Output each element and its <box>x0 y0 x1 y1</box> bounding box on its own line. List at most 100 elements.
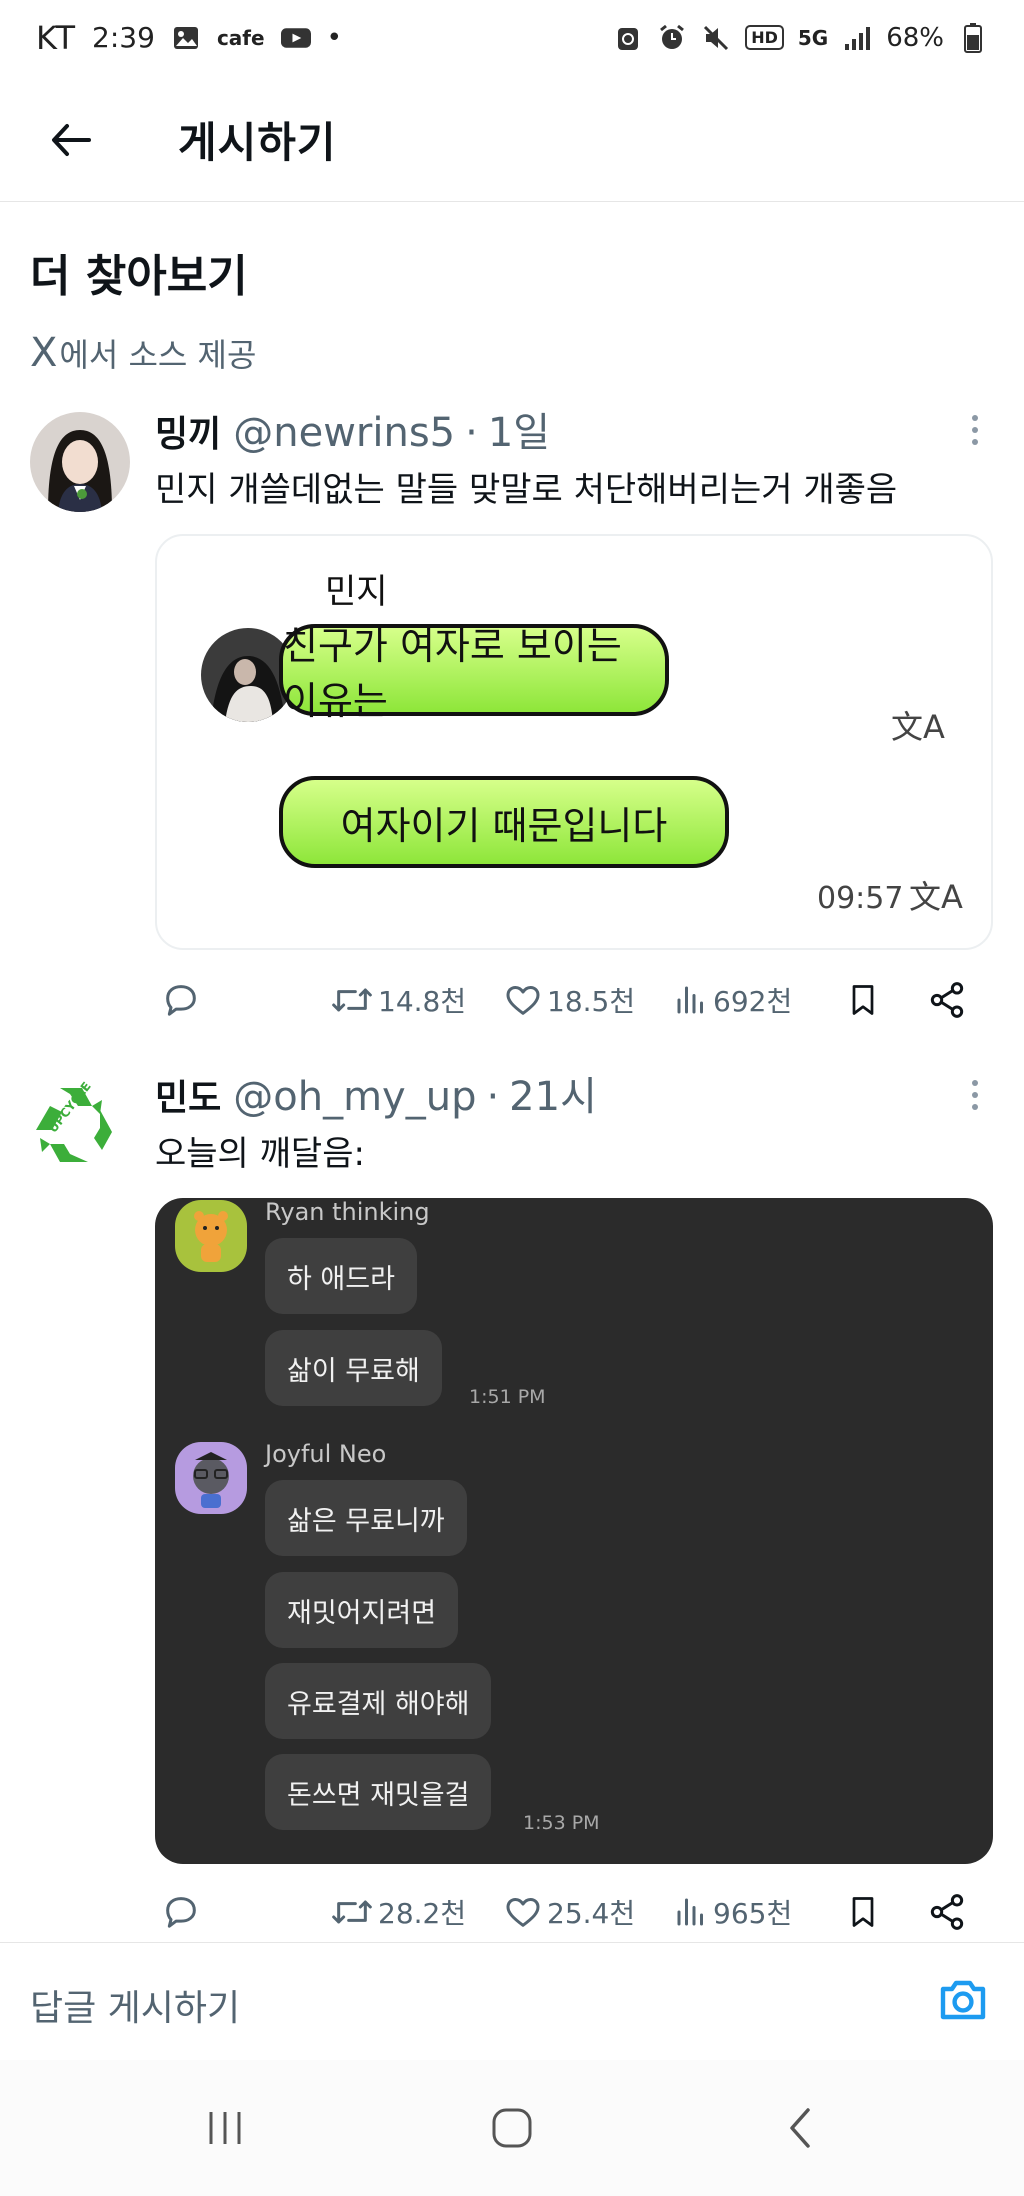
chat-message-time: 1:53 PM <box>523 1812 600 1834</box>
like-count: 18.5천 <box>547 985 636 1018</box>
tweet-header: 밍끼 @newrins5 · 1일 <box>155 400 550 458</box>
battery-icon <box>958 22 988 53</box>
translate-icon: 文A <box>891 708 945 746</box>
chat-bubble: 여자이기 때문입니다 <box>279 776 729 868</box>
status-time: 2:39 <box>92 21 155 54</box>
carrier-label: KT <box>36 18 77 57</box>
bookmark-icon <box>852 1897 874 1927</box>
retweet-icon <box>332 1900 372 1924</box>
avatar[interactable] <box>30 412 130 512</box>
ryan-profile-picture <box>175 1200 247 1272</box>
author-handle[interactable]: @oh_my_up <box>233 1074 476 1120</box>
battery-percent: 68% <box>886 22 944 53</box>
retweet-icon <box>332 988 372 1012</box>
author-handle[interactable]: @newrins5 <box>233 410 455 456</box>
share-button[interactable] <box>927 1882 967 1942</box>
retweet-count: 14.8천 <box>378 985 467 1018</box>
reply-icon <box>166 1897 196 1928</box>
heart-icon <box>506 986 540 1015</box>
views-button[interactable]: 692천 <box>673 970 792 1030</box>
status-bar: KT 2:39 cafe • HD 5G 68% <box>0 0 1024 75</box>
more-dot-icon <box>972 439 978 445</box>
chat-bubble: 재밋어지려면 <box>265 1572 459 1648</box>
upcycle-logo-text: UPCYCLE <box>46 1079 94 1135</box>
views-chart-icon <box>677 1898 703 1926</box>
reply-button[interactable] <box>161 1882 201 1942</box>
cafe-notification-label: cafe <box>216 25 265 50</box>
tweet-actions: 28.2천 25.4천 965천 <box>155 1882 995 1942</box>
back-button[interactable] <box>36 105 106 175</box>
recycle-status-icon <box>613 23 643 53</box>
heart-icon <box>506 1898 540 1927</box>
retweet-button[interactable]: 28.2천 <box>330 1882 466 1942</box>
chat-message-time: 09:57 <box>817 881 904 916</box>
back-nav-button[interactable] <box>770 2098 830 2158</box>
back-arrow-icon <box>52 123 91 156</box>
chat-bubble: 삶은 무료니까 <box>265 1480 467 1556</box>
tweet-1[interactable]: 밍끼 @newrins5 · 1일 민지 개쓸데없는 말들 맞말로 처단해버리는… <box>0 400 1024 1040</box>
tweet-text: 오늘의 깨달음: <box>155 1134 365 1174</box>
reply-icon <box>166 985 196 1016</box>
neo-profile-picture <box>175 1442 247 1514</box>
author-name[interactable]: 밍끼 <box>155 405 221 457</box>
notification-dot: • <box>326 22 342 53</box>
reply-button[interactable] <box>161 970 201 1030</box>
avatar[interactable]: UPCYCLE <box>30 1070 130 1170</box>
more-dot-icon <box>972 1104 978 1110</box>
view-count: 965천 <box>713 1897 793 1930</box>
views-chart-icon <box>677 986 703 1014</box>
chat-bubble: 삶이 무료해 <box>265 1330 442 1406</box>
tweet-media-image[interactable]: 민지 친구가 여자로 보이는 이유는 文A 여자이기 때문입니다 09:57 文… <box>155 534 993 950</box>
chat-bubble: 유료결제 해야해 <box>265 1663 492 1739</box>
retweet-count: 28.2천 <box>378 1897 467 1930</box>
camera-button[interactable] <box>935 1971 991 2027</box>
mute-icon <box>701 23 731 53</box>
chat-message-time: 1:51 PM <box>469 1386 546 1408</box>
source-note-text: 에서 소스 제공 <box>59 336 257 374</box>
bookmark-button[interactable] <box>845 970 881 1030</box>
back-chevron-icon <box>790 2108 810 2148</box>
views-button[interactable]: 965천 <box>673 1882 792 1942</box>
more-dot-icon <box>972 415 978 421</box>
system-navigation-bar <box>0 2060 1024 2196</box>
author-name[interactable]: 민도 <box>155 1069 221 1121</box>
separator-dot: · <box>486 1074 500 1120</box>
more-options-button[interactable] <box>960 1070 990 1120</box>
section-title: 더 찾아보기 <box>30 251 248 302</box>
more-dot-icon <box>972 1092 978 1098</box>
separator-dot: · <box>465 410 478 456</box>
recent-apps-button[interactable] <box>195 2098 255 2158</box>
more-dot-icon <box>972 427 978 433</box>
page-title: 게시하기 <box>178 118 337 167</box>
bookmark-button[interactable] <box>845 1882 881 1942</box>
share-button[interactable] <box>927 970 967 1030</box>
retweet-button[interactable]: 14.8천 <box>330 970 466 1030</box>
gallery-icon <box>171 23 201 53</box>
tweet-time[interactable]: 1일 <box>488 400 550 458</box>
tweet-media-image[interactable]: Ryan thinking 하 애드라 삶이 무료해 1:51 PM Joyfu… <box>155 1198 993 1864</box>
more-dot-icon <box>972 1080 978 1086</box>
x-logo: X <box>30 330 58 376</box>
signal-icon <box>842 23 872 53</box>
like-button[interactable]: 25.4천 <box>503 1882 635 1942</box>
youtube-icon <box>280 23 311 53</box>
home-button[interactable] <box>482 2098 542 2158</box>
chat-sender-name: 민지 <box>325 572 388 612</box>
tweet-2[interactable]: UPCYCLE 민도 @oh_my_up · 21시 오늘의 깨달음: Ryan… <box>0 1064 1024 1942</box>
chat-bubble: 하 애드라 <box>265 1238 417 1314</box>
chat-bubble: 돈쓰면 재밋을걸 <box>265 1754 492 1830</box>
like-count: 25.4천 <box>547 1897 636 1930</box>
like-button[interactable]: 18.5천 <box>503 970 635 1030</box>
reply-input[interactable]: 답글 게시하기 <box>30 1979 240 2031</box>
tweet-header: 민도 @oh_my_up · 21시 <box>155 1064 597 1122</box>
app-header: 게시하기 <box>0 78 1024 202</box>
share-icon <box>930 982 964 1018</box>
hd-voice-badge: HD <box>745 25 784 50</box>
translate-icon: 文A <box>909 878 963 916</box>
share-icon <box>930 1894 964 1930</box>
alarm-icon <box>657 23 687 53</box>
more-options-button[interactable] <box>960 405 990 455</box>
tweet-time[interactable]: 21시 <box>509 1064 597 1122</box>
chat-bubble: 친구가 여자로 보이는 이유는 <box>279 624 669 723</box>
source-note: X 에서 소스 제공 <box>30 330 256 376</box>
